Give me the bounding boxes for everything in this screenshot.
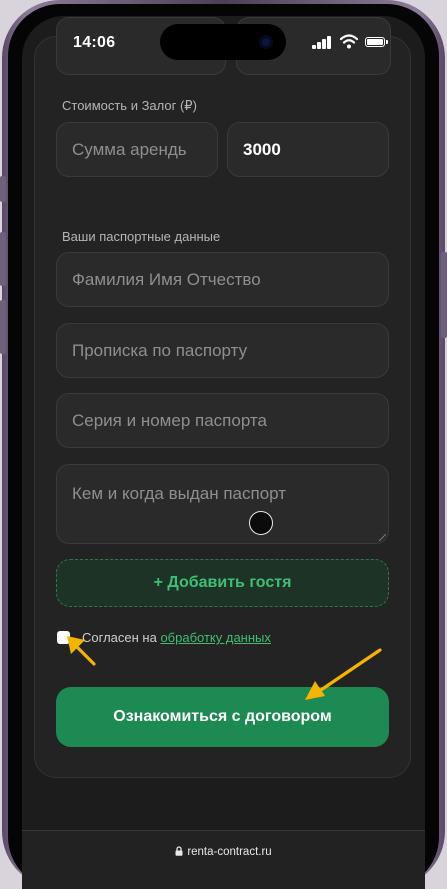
rent-amount-input[interactable]: Сумма арендь — [56, 122, 218, 177]
add-guest-button[interactable]: + Добавить гостя — [56, 559, 389, 607]
dynamic-island — [160, 24, 286, 60]
registration-input[interactable]: Прописка по паспорту — [56, 323, 389, 378]
camera-icon — [259, 35, 273, 49]
cursor-dot-icon — [249, 511, 273, 535]
volume-up-button — [0, 232, 6, 286]
passport-issued-textarea[interactable]: Кем и когда выдан паспорт — [56, 464, 389, 544]
passport-number-input[interactable]: Серия и номер паспорта — [56, 393, 389, 448]
cellular-signal-icon — [312, 36, 332, 49]
agree-text: Согласен на обработку данных — [82, 630, 271, 645]
lock-icon — [175, 846, 183, 856]
action-button — [0, 176, 6, 202]
resize-handle-icon[interactable] — [379, 534, 386, 541]
deposit-input[interactable]: 3000 — [227, 122, 389, 177]
status-bar: 14:06 — [22, 16, 425, 70]
clock-time: 14:06 — [73, 34, 116, 51]
cost-section-label: Стоимость и Залог (₽) — [62, 98, 197, 113]
address-text: renta-contract.ru — [22, 846, 425, 858]
browser-address-bar[interactable]: renta-contract.ru — [22, 830, 425, 889]
data-processing-link[interactable]: обработку данных — [160, 630, 270, 645]
passport-section-label: Ваши паспортные данные — [62, 229, 221, 244]
fullname-input[interactable]: Фамилия Имя Отчество — [56, 252, 389, 307]
annotation-arrow-checkbox-icon — [67, 636, 96, 666]
annotation-arrow-button-icon — [305, 648, 382, 700]
battery-icon — [365, 37, 388, 47]
power-button — [441, 252, 447, 338]
wifi-icon — [340, 34, 358, 49]
passport-issued-placeholder: Кем и когда выдан паспорт — [72, 484, 287, 503]
url-text: renta-contract.ru — [187, 846, 272, 858]
status-icons — [312, 34, 392, 50]
phone-screen: Стоимость и Залог (₽) Сумма арендь 3000 … — [22, 16, 425, 889]
volume-down-button — [0, 300, 6, 354]
